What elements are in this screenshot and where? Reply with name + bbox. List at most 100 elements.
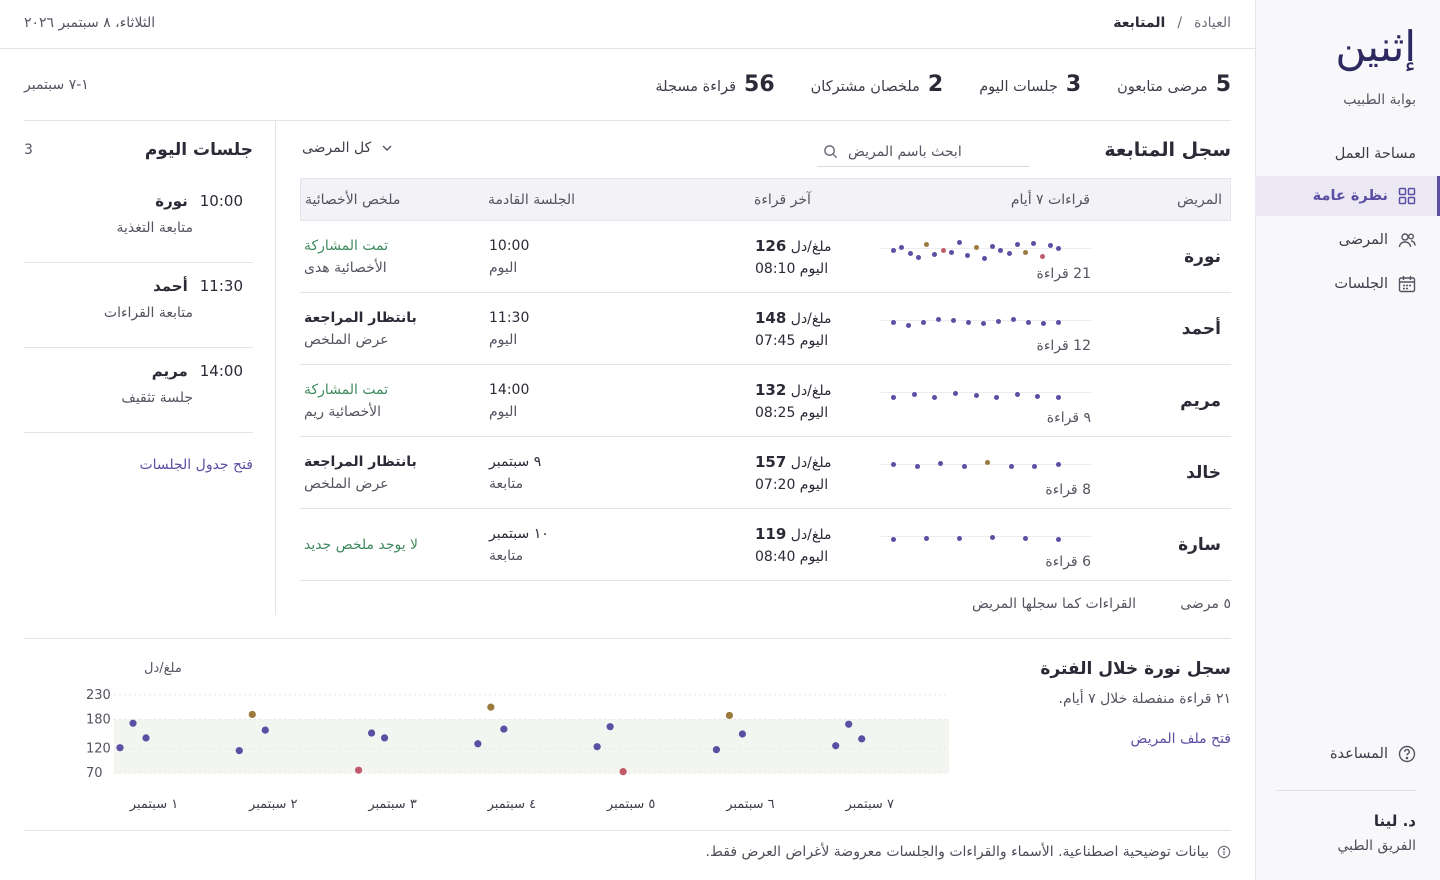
disclaimer-text: بيانات توضيحية اصطناعية. الأسماء والقراء… xyxy=(705,844,1209,860)
session-item[interactable]: 11:30 أحمد متابعة القراءات xyxy=(24,263,253,348)
last-reading: ملغ/دل 148 xyxy=(755,309,881,327)
table-body: نورة 21 قراءة ملغ/دل 126 اليوم 08:10 10:00 ال… xyxy=(300,221,1231,581)
table-row[interactable]: نورة 21 قراءة ملغ/دل 126 اليوم 08:10 10:00 ال… xyxy=(300,221,1231,293)
patient-name[interactable]: خالد xyxy=(1186,463,1221,483)
sidebar-item-patients[interactable]: المرضى xyxy=(1255,220,1440,260)
sparkline-point xyxy=(965,252,971,258)
next-session-day: اليوم xyxy=(489,331,518,348)
patient-name[interactable]: سارة xyxy=(1178,535,1221,555)
y-tick-label: 70 xyxy=(86,766,103,781)
stat-label: ملخصان مشتركان xyxy=(810,79,920,95)
session-type: متابعة القراءات xyxy=(103,305,193,321)
summary-detail[interactable]: عرض الملخص xyxy=(304,332,489,348)
summary-detail[interactable]: الأخصائية هدى xyxy=(304,260,489,276)
reading-count: 21 قراءة xyxy=(1036,265,1091,282)
readings-sparkline xyxy=(881,232,1091,266)
reading-point xyxy=(500,725,508,733)
y-tick-label: 180 xyxy=(86,712,111,727)
breadcrumb: العيادة / المتابعة xyxy=(1113,15,1231,31)
y-tick-label: 120 xyxy=(86,742,111,757)
sidebar-item-label: الجلسات xyxy=(1334,276,1388,292)
summary-status: بانتظار المراجعة xyxy=(304,453,417,470)
session-patient: نورة xyxy=(155,192,188,210)
table-header: المريض قراءات ٧ أيام آخر قراءة الجلسة ال… xyxy=(300,178,1231,221)
sparkline-point xyxy=(891,394,896,400)
summary-detail[interactable]: الأخصائية ريم xyxy=(304,404,489,420)
next-session-time: ٩ سبتمبر xyxy=(489,453,542,470)
patient-filter-select[interactable]: كل المرضى xyxy=(302,140,393,156)
reading-point xyxy=(845,720,853,728)
col-patient: المريض xyxy=(1176,191,1222,208)
reading-value: 148 xyxy=(755,308,787,327)
help-link[interactable]: المساعدة xyxy=(1255,734,1440,774)
patient-name[interactable]: نورة xyxy=(1184,247,1221,267)
table-row[interactable]: أحمد 12 قراءة ملغ/دل 148 اليوم 07:45 11:30 ال… xyxy=(300,293,1231,365)
user-team: الفريق الطبي xyxy=(1337,838,1416,854)
breadcrumb-root[interactable]: العيادة xyxy=(1194,15,1231,31)
sparkline-point xyxy=(1032,464,1038,470)
divider xyxy=(1276,790,1416,791)
sparkline-point xyxy=(951,318,956,323)
session-type: متابعة التغذية xyxy=(116,220,193,236)
table-row[interactable]: خالد 8 قراءة ملغ/دل 157 اليوم 07:20 ٩ سبتمبر… xyxy=(300,437,1231,509)
readings-sparkline xyxy=(881,376,1091,410)
sidebar: إثنين بوابة الطبيب مساحة العمل نظرة عامة… xyxy=(1255,0,1440,880)
summary-detail[interactable]: عرض الملخص xyxy=(304,476,489,492)
sidebar-item-workspace[interactable]: مساحة العمل xyxy=(1255,134,1440,174)
reading-unit: ملغ/دل xyxy=(790,238,832,255)
reading-point xyxy=(474,740,482,748)
session-time: 10:00 xyxy=(199,192,243,210)
sidebar-item-label: نظرة عامة xyxy=(1312,188,1388,204)
col-next-session: الجلسة القادمة xyxy=(488,191,576,208)
sparkline-point xyxy=(961,463,967,469)
reading-unit: ملغ/دل xyxy=(790,382,832,399)
y-tick-label: 230 xyxy=(86,688,111,703)
table-row[interactable]: مريم ٩ قراءة ملغ/دل 132 اليوم 08:25 14:00 الي… xyxy=(300,365,1231,437)
sparkline-point xyxy=(990,243,995,249)
reading-point xyxy=(380,734,389,742)
portal-label: بوابة الطبيب xyxy=(1343,92,1416,108)
follow-up-table: المريض قراءات ٧ أيام آخر قراءة الجلسة ال… xyxy=(300,178,1231,581)
sparkline-point xyxy=(921,319,926,325)
session-item[interactable]: 10:00 نورة متابعة التغذية xyxy=(24,178,253,263)
reading-point xyxy=(129,719,137,727)
sparkline-point xyxy=(891,319,896,325)
y-axis-label: ملغ/دل xyxy=(144,661,182,676)
open-schedule-link[interactable]: فتح جدول الجلسات xyxy=(0,457,253,473)
patient-name[interactable]: أحمد xyxy=(1182,319,1221,339)
readings-chart: 70 120 180 230 ملغ/دل ١ سبتمبر ٢ سبتمبر ٣ سبتمب… xyxy=(86,661,949,812)
sidebar-item-label: مساحة العمل xyxy=(1334,146,1416,162)
sparkline-point xyxy=(915,254,921,260)
table-row[interactable]: سارة 6 قراءة ملغ/دل 119 اليوم 08:40 ١٠ سبتمب… xyxy=(300,509,1231,581)
sparkline-point xyxy=(911,391,917,397)
sparkline-point xyxy=(1056,394,1061,400)
open-patient-file-link[interactable]: فتح ملف المريض xyxy=(1130,731,1231,747)
sparkline-point xyxy=(994,394,1000,400)
reading-count: 12 قراءة xyxy=(1036,337,1091,354)
sparkline-point xyxy=(973,245,979,251)
reading-point xyxy=(619,768,627,776)
sparkline-point xyxy=(1047,242,1053,248)
sparkline-point xyxy=(924,241,929,247)
sidebar-item-sessions[interactable]: الجلسات xyxy=(1255,264,1440,304)
sidebar-item-overview[interactable]: نظرة عامة xyxy=(1255,176,1440,216)
search-icon xyxy=(824,145,838,159)
session-item[interactable]: 14:00 مريم جلسة تثقيف xyxy=(24,348,253,433)
patient-name[interactable]: مريم xyxy=(1180,391,1221,411)
stat-value: 3 xyxy=(1065,72,1082,97)
reading-count: 6 قراءة xyxy=(1045,553,1091,570)
sparkline-point xyxy=(1056,319,1061,325)
stat-patients: 5 مرضى متابعون xyxy=(1117,72,1231,97)
user-name: د. لينا xyxy=(1373,812,1416,830)
reading-point xyxy=(261,726,269,734)
next-session-time: 14:00 xyxy=(489,381,530,398)
reading-value: 119 xyxy=(755,524,787,543)
stat-sessions: 3 جلسات اليوم xyxy=(979,72,1081,97)
divider xyxy=(24,830,1231,831)
search-input[interactable]: ابحث باسم المريض xyxy=(817,137,1029,167)
reading-point xyxy=(116,744,124,752)
reading-point xyxy=(593,743,601,751)
readings-sparkline xyxy=(881,304,1091,338)
sparkline-point xyxy=(973,393,979,398)
reading-time: اليوم 08:10 xyxy=(755,260,829,277)
